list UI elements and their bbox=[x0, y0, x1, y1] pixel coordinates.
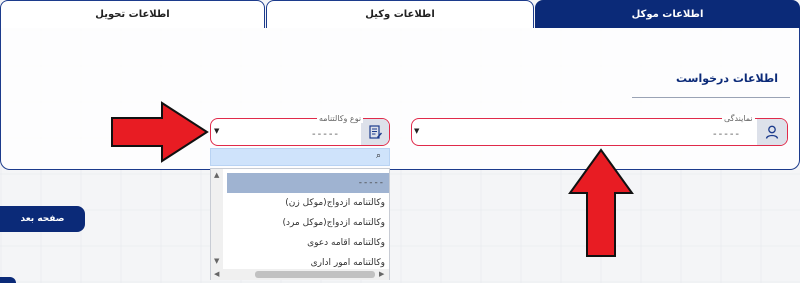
red-arrow-right bbox=[111, 101, 209, 163]
representation-label: نمایندگی bbox=[722, 114, 755, 123]
caret-down-icon[interactable]: ▼ bbox=[414, 127, 419, 135]
corner-decoration bbox=[0, 277, 16, 283]
caret-down-icon[interactable]: ▼ bbox=[214, 127, 219, 135]
scroll-right-icon[interactable]: ▶ bbox=[379, 270, 384, 278]
tab-delivery-info[interactable]: اطلاعات تحویل bbox=[0, 0, 265, 28]
representation-value: ----- bbox=[713, 129, 742, 140]
dropdown-search-input[interactable]: ⌕ bbox=[210, 148, 390, 166]
tab-lawyer-info[interactable]: اطلاعات وکیل bbox=[266, 0, 534, 28]
vertical-scrollbar[interactable]: ▲ ▼ bbox=[211, 169, 223, 269]
horizontal-scrollbar[interactable]: ◀ ▶ bbox=[211, 269, 389, 280]
search-icon: ⌕ bbox=[375, 151, 381, 161]
red-arrow-up bbox=[568, 148, 634, 257]
scroll-down-icon[interactable]: ▼ bbox=[214, 257, 219, 265]
poa-type-options[interactable]: ▲ ▼ ----- وکالتنامه ازدواج(موکل زن) وکال… bbox=[210, 168, 390, 280]
tab-bar: اطلاعات تحویل اطلاعات وکیل اطلاعات موکل bbox=[0, 0, 800, 28]
next-page-button[interactable]: صفحه بعد bbox=[0, 206, 85, 232]
document-icon bbox=[361, 119, 389, 145]
section-title: اطلاعات درخواست bbox=[676, 72, 779, 85]
section-divider bbox=[632, 97, 790, 98]
scroll-left-icon[interactable]: ◀ bbox=[214, 270, 219, 278]
dropdown-option[interactable]: وکالتنامه اقامه دعوی bbox=[227, 233, 389, 253]
scroll-thumb[interactable] bbox=[255, 271, 375, 278]
user-icon bbox=[757, 119, 787, 145]
scroll-up-icon[interactable]: ▲ bbox=[214, 171, 219, 179]
dropdown-option[interactable]: وکالتنامه ازدواج(موکل زن) bbox=[227, 193, 389, 213]
poa-type-value: ----- bbox=[312, 129, 341, 140]
poa-type-label: نوع وکالتنامه bbox=[317, 114, 364, 123]
tab-client-info[interactable]: اطلاعات موکل bbox=[535, 0, 800, 28]
dropdown-option[interactable]: ----- bbox=[227, 173, 389, 193]
dropdown-option[interactable]: وکالتنامه ازدواج(موکل مرد) bbox=[227, 213, 389, 233]
